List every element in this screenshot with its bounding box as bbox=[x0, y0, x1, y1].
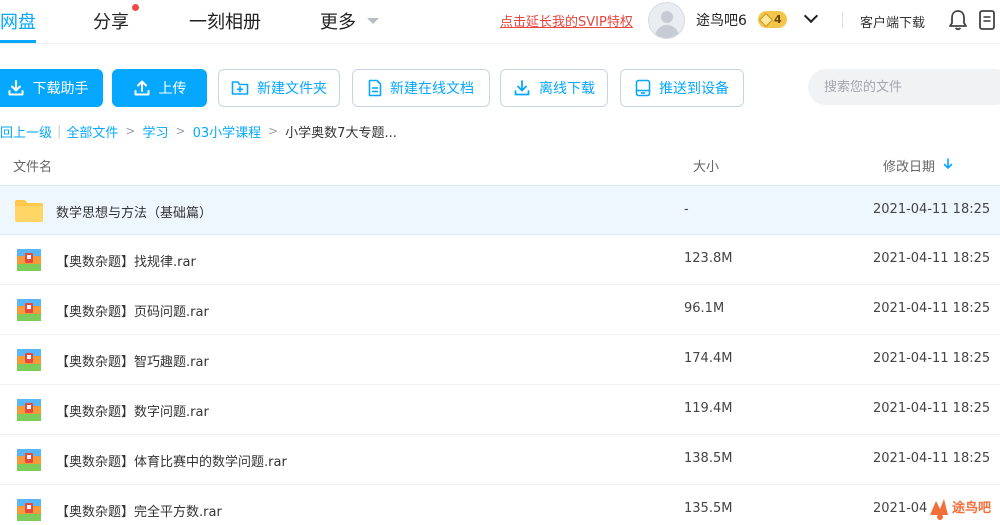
table-row[interactable]: 【奥数杂题】数字问题.rar 119.4M 2021-04-11 18:25 bbox=[0, 385, 1000, 435]
tab-more[interactable]: 更多 bbox=[320, 8, 356, 34]
download-icon bbox=[8, 80, 23, 96]
bell-icon[interactable] bbox=[948, 9, 968, 31]
offline-download-button[interactable]: 离线下载 bbox=[500, 69, 608, 107]
back-up-link[interactable]: 回上一级 bbox=[0, 122, 52, 141]
new-folder-label: 新建文件夹 bbox=[257, 81, 327, 97]
client-download-link[interactable]: 客户端下载 bbox=[860, 12, 925, 31]
table-row[interactable]: 【奥数杂题】智巧趣题.rar 174.4M 2021-04-11 18:25 bbox=[0, 335, 1000, 385]
username[interactable]: 途鸟吧6 bbox=[696, 10, 747, 30]
file-size: 138.5M bbox=[684, 451, 733, 466]
push-to-device-button[interactable]: 推送到设备 bbox=[620, 69, 744, 107]
rar-archive-icon bbox=[17, 449, 41, 471]
folder-icon bbox=[15, 200, 43, 222]
chevron-right-icon: > bbox=[268, 124, 279, 138]
download-helper-button[interactable]: 下载助手 bbox=[0, 69, 103, 107]
table-row[interactable]: 【奥数杂题】完全平方数.rar 135.5M 2021-04 bbox=[0, 485, 1000, 525]
column-header-name[interactable]: 文件名 bbox=[13, 156, 52, 175]
chevron-down-icon[interactable] bbox=[367, 18, 379, 24]
toolbar: 下载助手 上传 新建文件夹 新建在线文档 离线下载 推送到设备 搜索您的文件 bbox=[0, 69, 1000, 107]
table-row[interactable]: 【奥数杂题】页码问题.rar 96.1M 2021-04-11 18:25 bbox=[0, 285, 1000, 335]
file-size: - bbox=[684, 202, 689, 217]
rar-archive-icon bbox=[17, 399, 41, 421]
vip-level: 4 bbox=[774, 13, 782, 26]
sort-down-arrow-icon[interactable] bbox=[943, 158, 953, 170]
file-name[interactable]: 【奥数杂题】数字问题.rar bbox=[56, 401, 209, 420]
new-online-doc-button[interactable]: 新建在线文档 bbox=[352, 69, 490, 107]
table-header: 文件名 大小 修改日期 bbox=[0, 149, 1000, 179]
vip-level-badge: 4 bbox=[758, 11, 787, 28]
file-size: 123.8M bbox=[684, 251, 733, 266]
file-name[interactable]: 【奥数杂题】体育比赛中的数学问题.rar bbox=[56, 451, 287, 470]
tab-netdisk[interactable]: 网盘 bbox=[0, 8, 36, 34]
file-name[interactable]: 【奥数杂题】完全平方数.rar bbox=[56, 501, 222, 520]
rar-archive-icon bbox=[17, 299, 41, 321]
push-device-icon bbox=[635, 79, 651, 97]
user-menu-chevron-icon[interactable] bbox=[803, 8, 819, 24]
tab-share[interactable]: 分享 bbox=[93, 8, 129, 34]
table-row[interactable]: 数学思想与方法（基础篇） - 2021-04-11 18:25 bbox=[0, 185, 1000, 235]
breadcrumb-item[interactable]: 03小学课程 bbox=[193, 122, 262, 141]
file-list: 数学思想与方法（基础篇） - 2021-04-11 18:25 【奥数杂题】找规… bbox=[0, 185, 1000, 525]
notification-dot bbox=[132, 4, 139, 11]
file-modified-date: 2021-04-11 18:25 bbox=[873, 351, 991, 366]
search-input[interactable] bbox=[808, 69, 1000, 105]
file-name[interactable]: 【奥数杂题】找规律.rar bbox=[56, 251, 196, 270]
file-size: 135.5M bbox=[684, 501, 733, 516]
avatar[interactable] bbox=[648, 2, 685, 39]
file-modified-date: 2021-04-11 18:25 bbox=[873, 451, 991, 466]
breadcrumb-current: 小学奥数7大专题... bbox=[285, 125, 397, 141]
new-doc-icon bbox=[368, 79, 382, 97]
chevron-right-icon: > bbox=[125, 124, 136, 138]
svg-text:途鸟吧: 途鸟吧 bbox=[952, 500, 991, 516]
svip-renew-link[interactable]: 点击延长我的SVIP特权 bbox=[500, 11, 633, 30]
offline-download-label: 离线下载 bbox=[539, 81, 595, 97]
new-folder-button[interactable]: 新建文件夹 bbox=[218, 69, 340, 107]
file-modified-date: 2021-04-11 18:25 bbox=[873, 251, 991, 266]
table-row[interactable]: 【奥数杂题】体育比赛中的数学问题.rar 138.5M 2021-04-11 1… bbox=[0, 435, 1000, 485]
offline-download-icon bbox=[514, 80, 530, 96]
file-name[interactable]: 数学思想与方法（基础篇） bbox=[56, 202, 212, 221]
file-size: 96.1M bbox=[684, 301, 725, 316]
column-header-modified[interactable]: 修改日期 bbox=[883, 156, 935, 175]
chevron-right-icon: > bbox=[175, 124, 186, 138]
file-modified-date: 2021-04 bbox=[873, 501, 928, 516]
upload-label: 上传 bbox=[158, 81, 187, 97]
file-modified-date: 2021-04-11 18:25 bbox=[873, 401, 991, 416]
download-helper-label: 下载助手 bbox=[32, 81, 89, 97]
diamond-icon bbox=[758, 12, 774, 27]
file-size: 174.4M bbox=[684, 351, 733, 366]
breadcrumb: 回上一级 | 全部文件 > 学习 > 03小学课程 > 小学奥数7大专题... bbox=[0, 122, 397, 141]
new-folder-icon bbox=[231, 81, 249, 95]
rar-archive-icon bbox=[17, 349, 41, 371]
divider: | bbox=[57, 123, 62, 139]
push-to-device-label: 推送到设备 bbox=[659, 81, 729, 97]
table-row[interactable]: 【奥数杂题】找规律.rar 123.8M 2021-04-11 18:25 bbox=[0, 235, 1000, 285]
tab-album[interactable]: 一刻相册 bbox=[189, 8, 261, 34]
new-online-doc-label: 新建在线文档 bbox=[390, 81, 474, 97]
file-modified-date: 2021-04-11 18:25 bbox=[873, 202, 991, 217]
file-size: 119.4M bbox=[684, 401, 733, 416]
breadcrumb-item[interactable]: 全部文件 bbox=[66, 122, 118, 141]
document-icon[interactable] bbox=[978, 9, 996, 31]
upload-button[interactable]: 上传 bbox=[112, 69, 207, 107]
file-name[interactable]: 【奥数杂题】智巧趣题.rar bbox=[56, 351, 209, 370]
rar-archive-icon bbox=[17, 249, 41, 271]
active-tab-underline bbox=[0, 40, 36, 43]
column-header-size[interactable]: 大小 bbox=[693, 156, 719, 175]
file-modified-date: 2021-04-11 18:25 bbox=[873, 301, 991, 316]
file-name[interactable]: 【奥数杂题】页码问题.rar bbox=[56, 301, 209, 320]
top-nav: 网盘 分享 一刻相册 更多 点击延长我的SVIP特权 途鸟吧6 4 客户端下载 bbox=[0, 0, 1000, 44]
upload-icon bbox=[134, 80, 149, 96]
watermark-logo: 途鸟吧 bbox=[930, 499, 991, 520]
breadcrumb-item[interactable]: 学习 bbox=[142, 122, 168, 141]
rar-archive-icon bbox=[17, 499, 41, 521]
divider bbox=[842, 12, 843, 28]
